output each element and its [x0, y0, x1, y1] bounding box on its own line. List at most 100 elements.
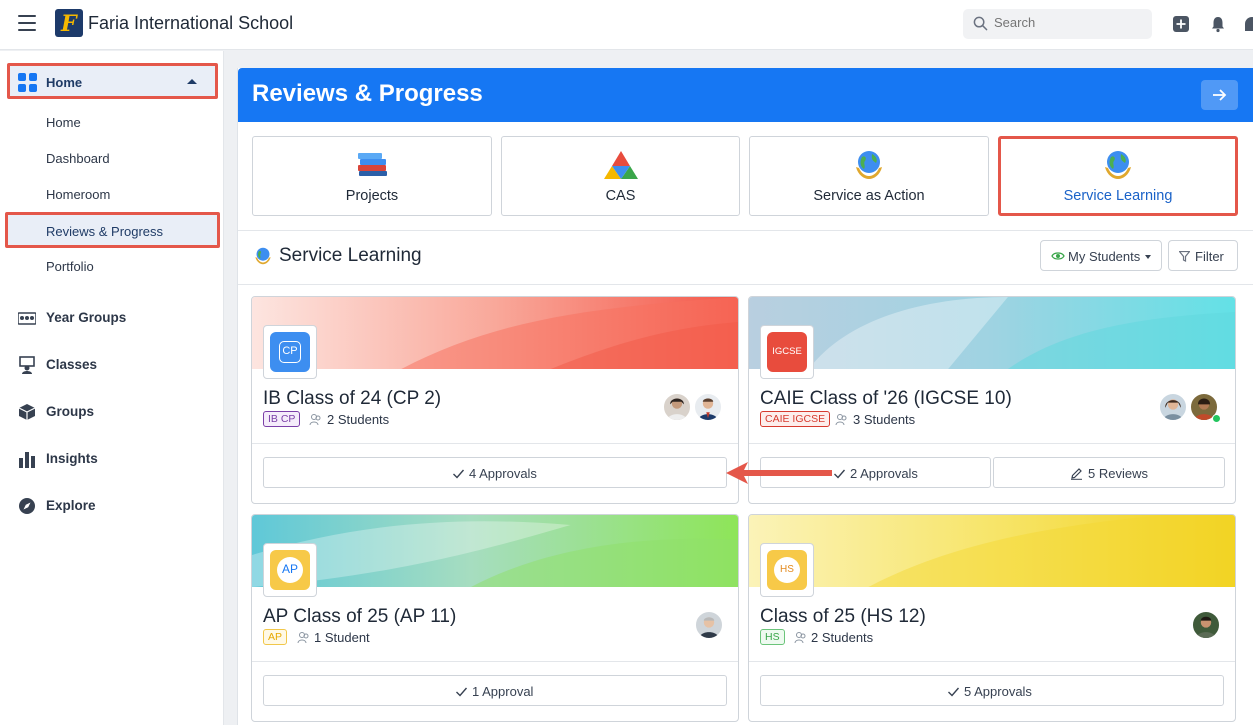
class-badge: AP [263, 543, 317, 597]
caret-down-icon [1145, 255, 1151, 259]
pencil-icon [1071, 468, 1082, 480]
my-students-dropdown[interactable]: My Students [1040, 240, 1162, 271]
students-icon [835, 414, 847, 426]
bell-icon[interactable] [1209, 15, 1227, 33]
student-avatar[interactable] [662, 392, 692, 422]
class-name[interactable]: IB Class of 24 (CP 2) [263, 388, 441, 410]
igcse-badge-icon: IGCSE [767, 332, 807, 372]
student-avatar[interactable] [1191, 610, 1221, 640]
student-avatar[interactable] [1158, 392, 1188, 422]
sidebar-subitem-dashboard[interactable]: Dashboard [46, 151, 110, 166]
approvals-button[interactable]: 1 Approval [263, 675, 727, 706]
search-input[interactable] [994, 15, 1144, 30]
open-arrow-button[interactable] [1201, 80, 1238, 110]
add-icon[interactable] [1172, 15, 1190, 33]
tile-service-as-action-label: Service as Action [813, 188, 925, 204]
card-divider [749, 443, 1235, 444]
check-icon [834, 469, 846, 479]
projects-books-icon [358, 153, 387, 176]
program-tag: CAIE IGCSE [760, 411, 831, 427]
badge-label: AP [281, 562, 298, 576]
sidebar-item-year-groups-label: Year Groups [46, 310, 127, 325]
program-tag: HS [760, 629, 785, 645]
sidebar-item-classes-label: Classes [46, 357, 98, 372]
class-card-ib-cp[interactable]: CP IB Class of 24 (CP 2) IB CP 2 Student… [251, 296, 739, 504]
class-name[interactable]: Class of 25 (HS 12) [760, 606, 926, 628]
program-tag: AP [263, 629, 288, 645]
student-avatar[interactable] [693, 392, 723, 422]
card-banner [252, 297, 738, 369]
tile-projects[interactable]: Projects [252, 136, 492, 216]
approvals-button[interactable]: 4 Approvals [263, 457, 727, 488]
tile-service-learning[interactable]: Service Learning [998, 136, 1238, 216]
card-divider [749, 661, 1235, 662]
check-icon [453, 469, 465, 479]
student-avatar[interactable] [694, 610, 724, 640]
school-logo[interactable]: F [55, 9, 83, 37]
profile-icon[interactable] [1243, 15, 1253, 33]
divider [238, 284, 1253, 285]
student-count: 2 Students [327, 412, 390, 427]
class-name[interactable]: AP Class of 25 (AP 11) [263, 606, 456, 628]
globe-hands-icon [856, 151, 882, 179]
card-banner [749, 297, 1235, 369]
sidebar: Home Home Dashboard Homeroom Reviews & P… [0, 51, 224, 725]
eye-icon [1051, 252, 1065, 260]
approvals-label: 1 Approval [472, 684, 534, 699]
globe-hands-icon [255, 247, 271, 265]
class-name[interactable]: CAIE Class of '26 (IGCSE 10) [760, 388, 1012, 410]
class-badge: HS [760, 543, 814, 597]
arrow-right-icon [1213, 89, 1227, 101]
class-badge: CP [263, 325, 317, 379]
online-status-dot [1212, 414, 1221, 423]
sidebar-subitem-reviews-progress-label: Reviews & Progress [46, 224, 164, 239]
badge-label: CP [282, 345, 298, 357]
hamburger-menu-icon[interactable] [18, 15, 36, 31]
page-title: Reviews & Progress [252, 80, 483, 107]
students-icon [309, 414, 321, 426]
tile-cas[interactable]: CAS [501, 136, 740, 216]
reviews-button[interactable]: 5 Reviews [993, 457, 1225, 488]
insights-icon [19, 452, 35, 468]
tile-service-as-action[interactable]: Service as Action [749, 136, 989, 216]
annotation-arrow-icon [726, 462, 832, 484]
filter-label: Filter [1195, 249, 1224, 264]
school-name[interactable]: Faria International School [88, 13, 293, 34]
search-icon [973, 16, 988, 31]
class-badge: IGCSE [760, 325, 814, 379]
check-icon [456, 687, 468, 697]
top-bar: F Faria International School [0, 0, 1253, 50]
approvals-label: 2 Approvals [850, 466, 918, 481]
my-students-label: My Students [1068, 249, 1141, 264]
class-card-ap[interactable]: AP AP Class of 25 (AP 11) AP 1 Student 1… [251, 514, 739, 722]
approvals-button[interactable]: 5 Approvals [760, 675, 1224, 706]
sidebar-item-home[interactable]: Home [7, 63, 218, 99]
search-box[interactable] [963, 9, 1152, 39]
card-banner [252, 515, 738, 587]
groups-icon [18, 404, 36, 420]
tile-service-learning-label: Service Learning [1063, 188, 1173, 204]
badge-label: IGCSE [772, 346, 802, 357]
sidebar-subitem-reviews-progress[interactable]: Reviews & Progress [5, 212, 220, 248]
caret-up-icon [187, 79, 197, 84]
year-groups-icon [18, 312, 36, 325]
sidebar-subitem-portfolio[interactable]: Portfolio [46, 259, 94, 274]
tile-projects-label: Projects [345, 188, 399, 204]
sidebar-subitem-homeroom[interactable]: Homeroom [46, 187, 110, 202]
student-count: 1 Student [314, 630, 370, 645]
sidebar-item-home-label: Home [46, 75, 83, 90]
sidebar-item-groups-label: Groups [46, 404, 95, 419]
home-grid-icon [18, 73, 37, 92]
tile-cas-label: CAS [605, 188, 636, 204]
cp-badge-icon: CP [270, 332, 310, 372]
students-icon [794, 632, 806, 644]
panel-header: Reviews & Progress [238, 68, 1253, 122]
filter-button[interactable]: Filter [1168, 240, 1238, 271]
sidebar-item-insights-label: Insights [46, 451, 98, 466]
card-divider [252, 661, 738, 662]
sidebar-subitem-home[interactable]: Home [46, 115, 81, 130]
card-divider [252, 443, 738, 444]
class-card-hs[interactable]: HS Class of 25 (HS 12) HS 2 Students 5 A… [748, 514, 1236, 722]
filter-icon [1179, 251, 1190, 262]
check-icon [948, 687, 960, 697]
